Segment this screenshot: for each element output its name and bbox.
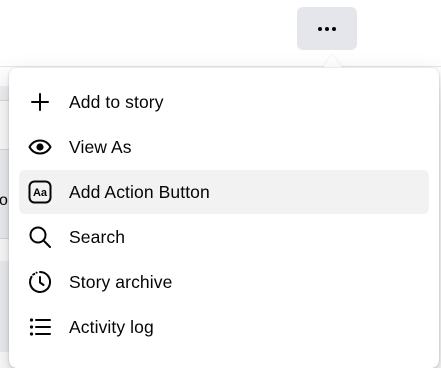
menu-item-add-action-button[interactable]: Aa Add Action Button [19, 170, 429, 214]
more-options-button[interactable] [297, 7, 357, 50]
menu-item-add-to-story[interactable]: Add to story [19, 80, 429, 124]
menu-item-label: Add to story [69, 91, 164, 112]
plus-icon [28, 90, 52, 114]
page-divider [0, 66, 441, 67]
menu-item-activity-log[interactable]: Activity log [19, 305, 429, 349]
menu-item-search[interactable]: Search [19, 215, 429, 259]
menu-item-story-archive[interactable]: Story archive [19, 260, 429, 304]
menu-item-label: Activity log [69, 316, 154, 337]
more-horizontal-icon [317, 26, 338, 31]
action-button-icon: Aa [28, 180, 52, 204]
menu-item-view-as[interactable]: View As [19, 125, 429, 169]
story-archive-icon [28, 270, 52, 294]
menu-item-label: Search [69, 226, 126, 247]
eye-icon [28, 135, 52, 159]
more-options-menu: Add to story View As Aa Add Action Butto… [9, 68, 439, 368]
svg-text:Aa: Aa [33, 187, 48, 199]
search-icon [28, 225, 52, 249]
menu-item-label: View As [69, 136, 132, 157]
activity-log-icon [28, 315, 52, 339]
menu-item-label: Add Action Button [69, 181, 210, 202]
menu-item-label: Story archive [69, 271, 173, 292]
menu-caret [322, 55, 344, 69]
